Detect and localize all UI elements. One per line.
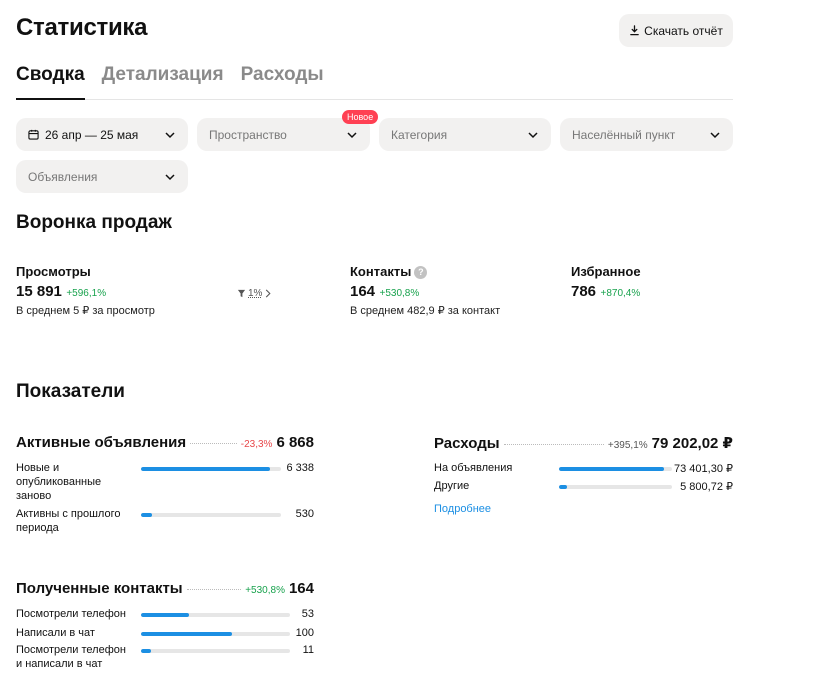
bar-fill [559,485,567,489]
contacts-value: 164 [350,283,376,300]
active-ads-block: Активные объявления -23,3% 6 868 [16,434,314,451]
active-ads-row-value: 6 338 [286,462,314,474]
city-filter-label: Населённый пункт [572,127,676,142]
favorites-value: 786 [571,283,597,300]
contacts-row-label: Посмотрели телефон [16,608,126,620]
chevron-down-icon [528,131,538,138]
tab-bar: Сводка Детализация Расходы [16,64,733,100]
dotted-leader [503,444,604,445]
funnel-favorites: Избранное 786 +870,4% [571,264,641,301]
period-filter[interactable]: 26 апр — 25 мая [16,118,188,151]
contacts-block: Полученные контакты +530,8% 164 [16,580,314,597]
expenses-block: Расходы +395,1% 79 202,02 ₽ [434,434,733,452]
expenses-row-value: 5 800,72 ₽ [680,481,733,493]
contacts-avg-cost: В среднем 482,9 ₽ за контакт [350,305,501,317]
active-ads-row-bar [141,513,281,517]
bar-fill [141,513,153,517]
views-delta: +596,1% [66,288,107,299]
bar-fill [141,632,232,636]
bar-fill [559,467,665,471]
views-avg-cost: В среднем 5 ₽ за просмотр [16,305,155,317]
active-ads-delta: -23,3% [240,439,273,450]
chevron-down-icon [710,131,720,138]
dotted-leader [186,589,242,590]
conversion-value: 1% [248,288,263,299]
expenses-row-value: 73 401,30 ₽ [674,463,733,475]
chevron-down-icon [347,131,357,138]
period-filter-label: 26 апр — 25 мая [45,127,139,142]
city-filter[interactable]: Населённый пункт [560,118,733,151]
contacts-row-label: Написали в чат [16,627,95,639]
download-report-label: Скачать отчёт [644,23,723,38]
ads-filter-label: Объявления [28,169,98,184]
funnel-title: Воронка продаж [16,212,172,233]
active-ads-row-label: Активны с прошлого периода [16,508,121,534]
chevron-right-icon [266,289,272,298]
expenses-row-bar [559,485,672,489]
contacts-label: Контакты [350,264,412,279]
views-label: Просмотры [16,264,91,279]
metrics-title: Показатели [16,381,125,402]
expenses-row-label: Другие [434,480,470,492]
expenses-row-label: На объявления [434,462,513,474]
download-report-button[interactable]: Скачать отчёт [619,14,733,47]
expenses-total: 79 202,02 ₽ [651,435,733,452]
funnel-contacts: Контакты? 164 +530,8% В среднем 482,9 ₽ … [350,264,500,317]
calendar-icon [28,129,39,140]
tab-expenses[interactable]: Расходы [241,64,324,100]
chevron-down-icon [165,131,175,138]
dotted-leader [190,443,237,444]
ads-filter[interactable]: Объявления [16,160,188,193]
help-icon[interactable]: ? [414,266,428,279]
bar-fill [141,467,270,471]
contacts-row-value: 11 [302,644,314,656]
active-ads-row-value: 530 [295,508,314,520]
funnel-icon [237,289,246,298]
tab-details[interactable]: Детализация [102,64,224,100]
active-ads-row-label: Новые и опубликованные заново [16,462,102,502]
active-ads-row-bar [141,467,281,471]
space-filter[interactable]: Пространство [197,118,370,151]
chevron-down-icon [165,173,175,180]
active-ads-total: 6 868 [276,434,314,451]
page-title: Статистика [16,14,148,41]
expenses-more-link[interactable]: Подробнее [434,503,491,515]
category-filter-label: Категория [391,127,448,142]
download-icon [630,25,639,36]
contacts-metric-title: Полученные контакты [16,580,183,597]
contacts-row-bar [141,649,290,653]
favorites-label: Избранное [571,264,641,279]
tab-summary[interactable]: Сводка [16,64,85,100]
active-ads-title: Активные объявления [16,434,187,451]
contacts-delta: +530,8% [379,288,420,299]
views-value: 15 891 [16,283,62,300]
contacts-metric-total: 164 [288,580,314,597]
expenses-row-bar [559,467,672,471]
conversion-indicator[interactable]: 1% [237,288,272,299]
funnel-views: Просмотры 15 891 +596,1% В среднем 5 ₽ з… [16,264,155,317]
contacts-row-value: 100 [295,627,314,639]
contacts-row-value: 53 [301,608,314,620]
new-badge: Новое [342,110,379,124]
expenses-delta: +395,1% [607,440,648,451]
category-filter[interactable]: Категория [379,118,551,151]
expenses-title: Расходы [434,435,500,452]
bar-fill [141,649,152,653]
space-filter-label: Пространство [209,127,287,142]
contacts-row-bar [141,632,290,636]
contacts-metric-delta: +530,8% [245,585,285,596]
contacts-row-label: Посмотрели телефон и написали в чат [16,644,126,670]
favorites-delta: +870,4% [600,288,641,299]
bar-fill [141,613,189,617]
contacts-row-bar [141,613,290,617]
